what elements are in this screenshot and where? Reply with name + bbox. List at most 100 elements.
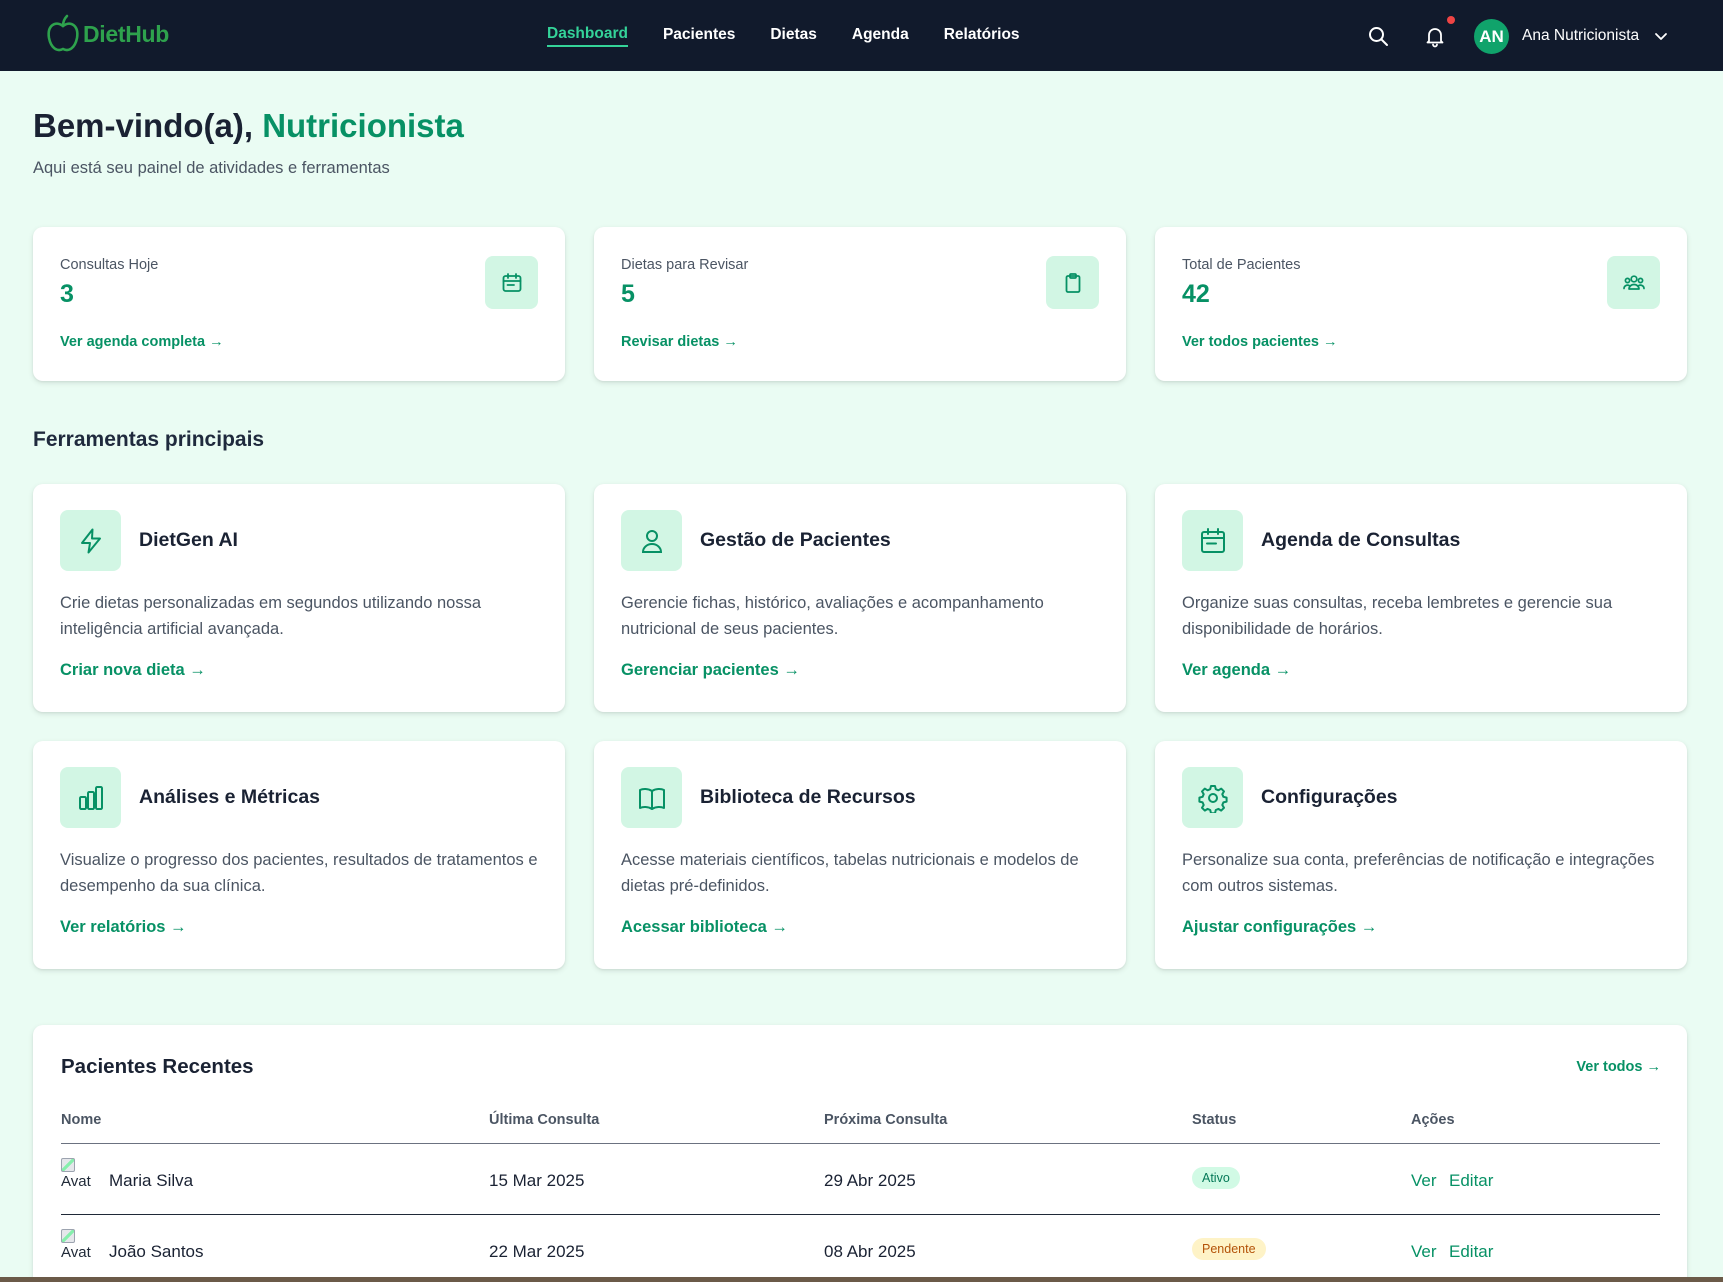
stat-value: 42 [1182, 280, 1210, 308]
calendar-icon [1200, 527, 1225, 553]
main-nav: Dashboard Pacientes Dietas Agenda Relató… [547, 0, 1055, 71]
table-header-divider [61, 1143, 1660, 1144]
top-navbar: DietHub Dashboard Pacientes Dietas Agend… [0, 0, 1723, 71]
tool-icon-box [60, 767, 121, 828]
patient-name: João Santos [109, 1242, 204, 1261]
view-patient-link[interactable]: Ver [1411, 1171, 1437, 1191]
nav-dashboard[interactable]: Dashboard [547, 25, 628, 47]
tools-section-title: Ferramentas principais [33, 428, 265, 451]
column-header-proxima-consulta[interactable]: Próxima Consulta [824, 1112, 947, 1128]
search-icon[interactable] [1366, 24, 1390, 48]
tool-title: Análises e Métricas [139, 786, 321, 808]
tool-description: Crie dietas personalizadas em segundos u… [60, 594, 481, 638]
nav-relatorios[interactable]: Relatórios [944, 26, 1020, 46]
avatar-alt-text: Avat [61, 1244, 91, 1261]
brand-name: DietHub [83, 20, 170, 47]
tool-icon-box [1182, 510, 1243, 571]
tool-card-agenda[interactable]: Agenda de Consultas Organize suas consul… [1155, 484, 1687, 712]
tool-icon-box [621, 510, 682, 571]
edit-patient-link[interactable]: Editar [1449, 1242, 1493, 1262]
broken-image-icon [61, 1158, 75, 1172]
column-header-acoes: Ações [1411, 1112, 1455, 1128]
tool-card-analises[interactable]: Análises e Métricas Visualize o progress… [33, 741, 565, 969]
stat-card-consultas: Consultas Hoje 3 Ver agenda completa → [33, 227, 565, 381]
user-name[interactable]: Ana Nutricionista [1522, 27, 1639, 45]
tool-link-biblioteca[interactable]: Acessar biblioteca → [621, 918, 788, 937]
gear-icon [1197, 784, 1228, 813]
tool-link-relatorios[interactable]: Ver relatórios → [60, 918, 187, 937]
stat-value: 5 [621, 280, 635, 308]
nav-pacientes[interactable]: Pacientes [663, 26, 735, 46]
stat-card-dietas: Dietas para Revisar 5 Revisar dietas → [594, 227, 1126, 381]
nav-agenda[interactable]: Agenda [852, 26, 909, 46]
chevron-down-icon[interactable] [1653, 28, 1669, 44]
stat-icon-box [1046, 256, 1099, 309]
tool-link-criar-dieta[interactable]: Criar nova dieta → [60, 661, 206, 680]
view-all-patients-link[interactable]: Ver todos → [1576, 1059, 1661, 1075]
page-subtitle: Aqui está seu painel de atividades e fer… [33, 159, 390, 177]
tool-title: Agenda de Consultas [1261, 529, 1461, 551]
users-icon [1622, 274, 1645, 290]
tool-description: Gerencie fichas, histórico, avaliações e… [621, 594, 1044, 638]
stat-icon-box [1607, 256, 1660, 309]
column-header-status[interactable]: Status [1192, 1112, 1236, 1128]
nav-dietas[interactable]: Dietas [770, 26, 817, 46]
apple-logo-icon [47, 14, 79, 52]
stat-link-agenda[interactable]: Ver agenda completa → [60, 334, 224, 350]
tool-icon-box [621, 767, 682, 828]
stat-label: Consultas Hoje [60, 257, 159, 273]
tool-title: Configurações [1261, 786, 1398, 808]
tool-card-biblioteca[interactable]: Biblioteca de Recursos Acesse materiais … [594, 741, 1126, 969]
clipboard-icon [1065, 272, 1080, 293]
patient-avatar: Avat [61, 1158, 95, 1196]
tool-title: DietGen AI [139, 529, 238, 551]
column-header-ultima-consulta[interactable]: Última Consulta [489, 1112, 599, 1128]
tool-icon-box [1182, 767, 1243, 828]
stat-link-revisar[interactable]: Revisar dietas → [621, 334, 738, 350]
stat-card-pacientes: Total de Pacientes 42 Ver todos paciente… [1155, 227, 1687, 381]
patient-avatar: Avat [61, 1229, 95, 1267]
row-divider [61, 1214, 1660, 1215]
edit-patient-link[interactable]: Editar [1449, 1171, 1493, 1191]
tool-icon-box [60, 510, 121, 571]
tool-link-gerenciar[interactable]: Gerenciar pacientes → [621, 661, 800, 680]
tool-card-gestao-pacientes[interactable]: Gestão de Pacientes Gerencie fichas, his… [594, 484, 1126, 712]
tool-link-configuracoes[interactable]: Ajustar configurações → [1182, 918, 1377, 937]
tool-description: Acesse materiais científicos, tabelas nu… [621, 851, 1079, 895]
user-avatar[interactable]: AN [1474, 19, 1509, 54]
tool-description: Organize suas consultas, receba lembrete… [1182, 594, 1613, 638]
tool-card-dietgen[interactable]: DietGen AI Crie dietas personalizadas em… [33, 484, 565, 712]
last-consultation: 15 Mar 2025 [489, 1171, 585, 1190]
tool-link-ver-agenda[interactable]: Ver agenda → [1182, 661, 1291, 680]
status-badge: Ativo [1192, 1167, 1240, 1189]
broken-image-icon [61, 1229, 75, 1243]
greeting-text: Bem-vindo(a), [33, 107, 254, 144]
tool-card-configuracoes[interactable]: Configurações Personalize sua conta, pre… [1155, 741, 1687, 969]
view-patient-link[interactable]: Ver [1411, 1242, 1437, 1262]
column-header-nome[interactable]: Nome [61, 1112, 101, 1128]
stat-icon-box [485, 256, 538, 309]
tool-title: Biblioteca de Recursos [700, 786, 916, 808]
book-icon [638, 787, 665, 810]
page-title: Bem-vindo(a), Nutricionista [33, 107, 464, 145]
stat-link-pacientes[interactable]: Ver todos pacientes → [1182, 334, 1338, 350]
lightning-icon [80, 528, 101, 553]
recent-patients-card: Pacientes Recentes Ver todos → Nome Últi… [33, 1025, 1687, 1282]
next-consultation: 08 Abr 2025 [824, 1242, 916, 1261]
brand-logo[interactable]: DietHub [45, 14, 169, 54]
tool-title: Gestão de Pacientes [700, 529, 891, 551]
status-badge: Pendente [1192, 1238, 1266, 1260]
page-bottom-edge [0, 1277, 1723, 1282]
tool-description: Visualize o progresso dos pacientes, res… [60, 851, 538, 895]
user-icon [641, 529, 662, 553]
bell-icon[interactable] [1423, 24, 1447, 48]
bar-chart-icon [78, 785, 103, 810]
avatar-alt-text: Avat [61, 1173, 91, 1190]
notification-dot [1447, 16, 1455, 24]
stat-label: Dietas para Revisar [621, 257, 749, 273]
tool-description: Personalize sua conta, preferências de n… [1182, 851, 1655, 895]
last-consultation: 22 Mar 2025 [489, 1242, 585, 1261]
patient-name: Maria Silva [109, 1171, 194, 1190]
stat-label: Total de Pacientes [1182, 257, 1301, 273]
recent-patients-title: Pacientes Recentes [61, 1055, 254, 1078]
